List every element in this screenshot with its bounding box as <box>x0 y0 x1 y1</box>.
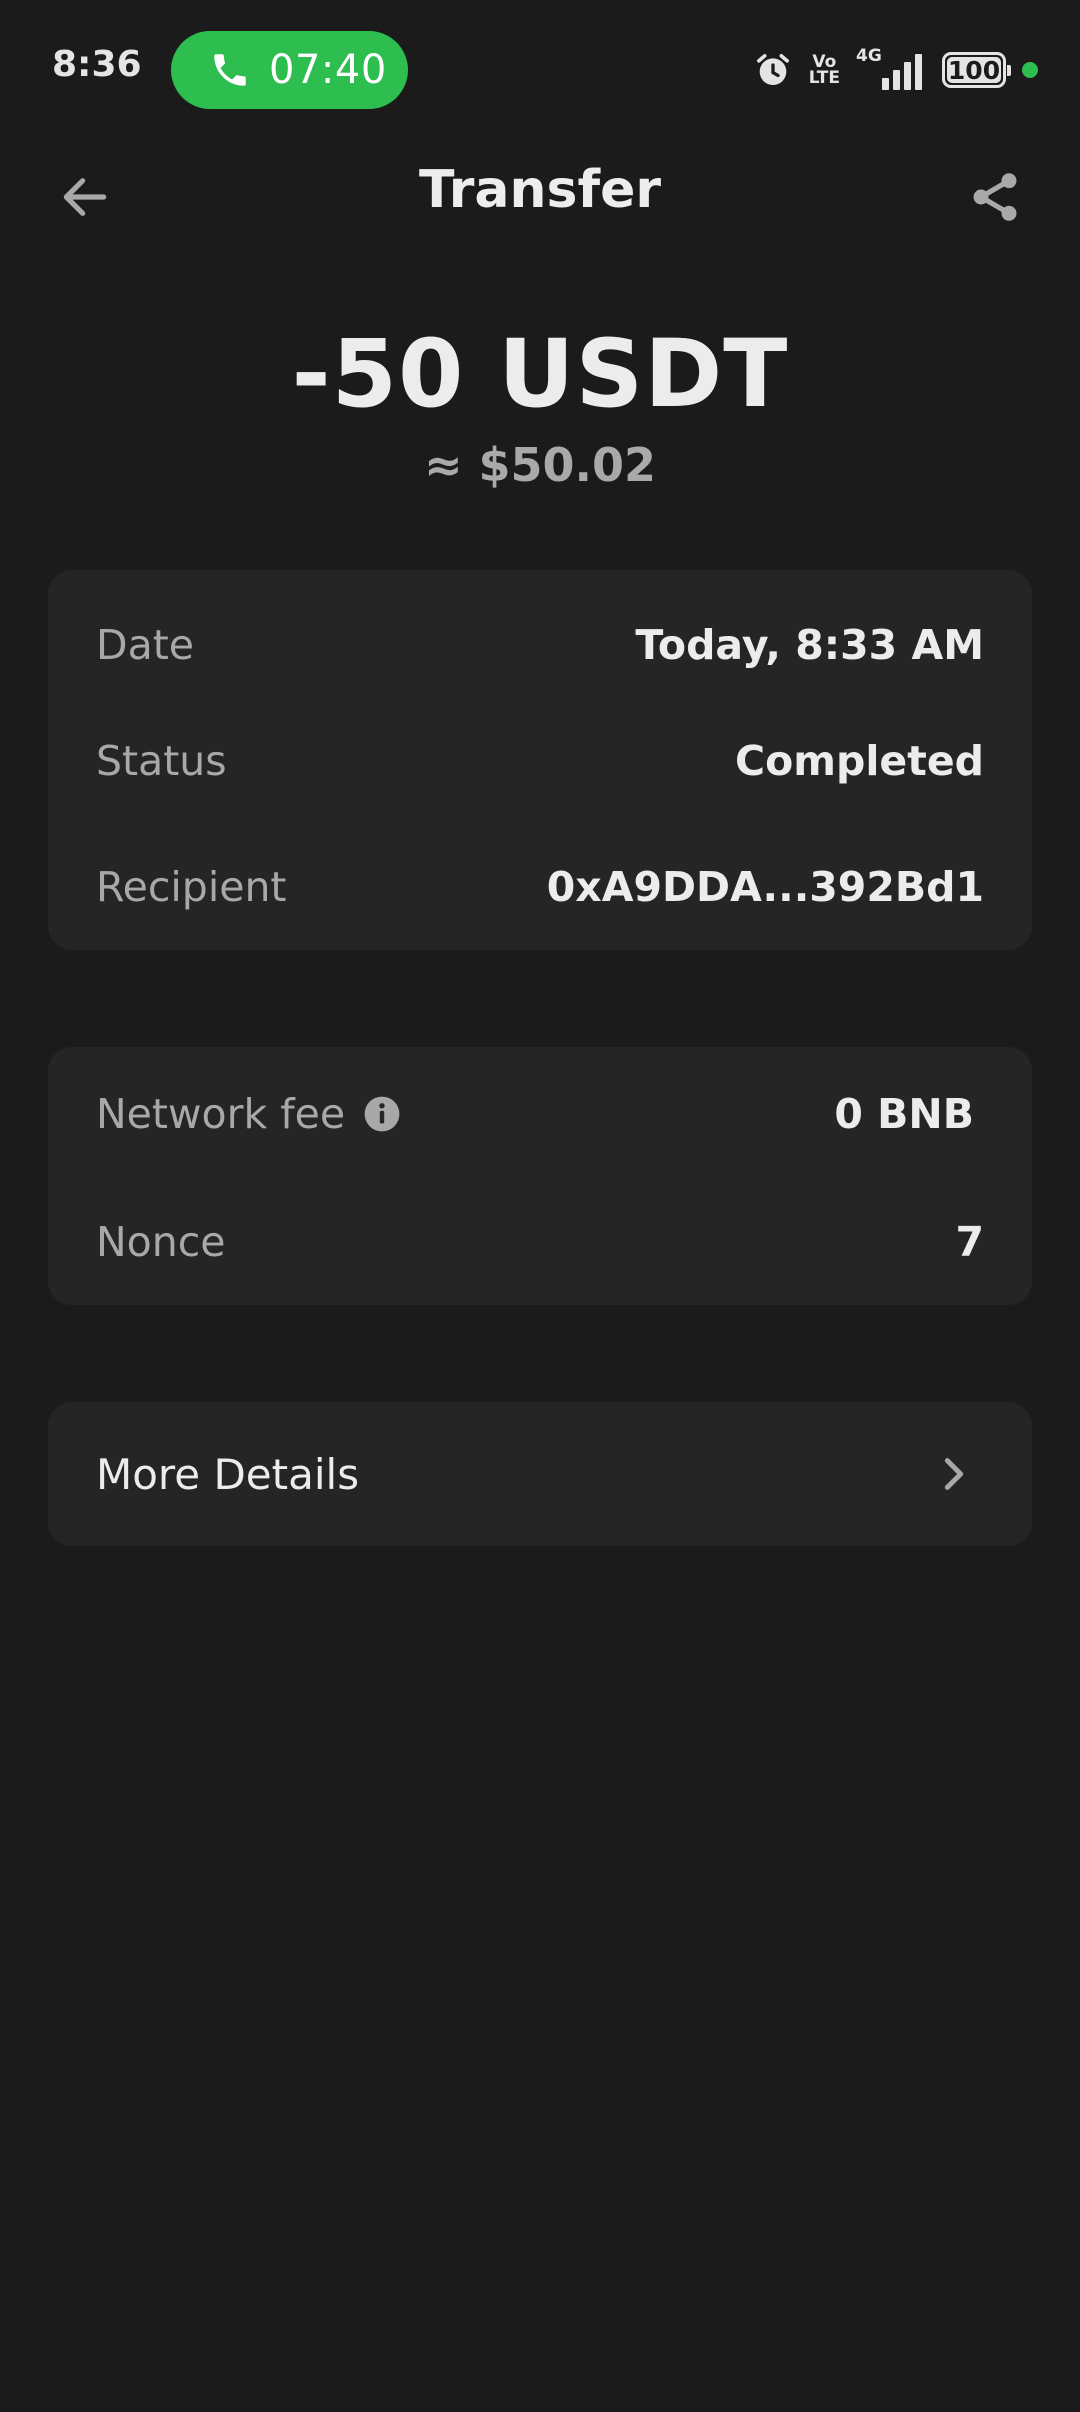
status-row: Status Completed <box>96 731 984 791</box>
volte-indicator: Vo LTE <box>808 54 840 88</box>
date-row: Date Today, 8:33 AM <box>96 615 984 675</box>
more-details-button[interactable]: More Details <box>48 1402 1032 1546</box>
transfer-amount: -50 USDT <box>291 320 789 429</box>
volte-bottom-label: LTE <box>808 68 840 88</box>
fee-card: Network fee 0 BNB Nonce 7 <box>48 1047 1032 1305</box>
top-app-bar: Transfer <box>0 140 1080 250</box>
status-time: 8:36 <box>52 44 142 85</box>
share-button[interactable] <box>960 162 1030 232</box>
share-icon <box>973 173 1017 221</box>
status-value: Completed <box>735 737 984 785</box>
alarm-icon <box>756 54 789 85</box>
date-label: Date <box>96 621 194 669</box>
network-type: 4G <box>856 46 882 66</box>
info-icon[interactable] <box>363 1095 401 1133</box>
more-details-label: More Details <box>96 1449 360 1499</box>
battery-icon: 100 <box>942 52 1011 88</box>
chevron-right-icon <box>944 1458 964 1490</box>
nonce-value: 7 <box>955 1218 984 1266</box>
status-bar: 8:36 07:40 Vo LTE 4G 100 <box>0 0 1080 140</box>
phone-icon <box>214 54 246 86</box>
status-label: Status <box>96 737 227 785</box>
call-duration: 07:40 <box>269 47 387 93</box>
nonce-label: Nonce <box>96 1218 226 1266</box>
recipient-address[interactable]: 0xA9DDA...392Bd1 <box>547 863 984 911</box>
details-card: Date Today, 8:33 AM Status Completed Rec… <box>48 570 1032 950</box>
recipient-label: Recipient <box>96 863 287 911</box>
privacy-indicator-dot <box>1022 62 1038 78</box>
network-fee-row: Network fee 0 BNB <box>96 1084 974 1144</box>
battery-level: 100 <box>947 55 1001 85</box>
network-fee-value: 0 BNB <box>834 1090 974 1138</box>
nonce-row: Nonce 7 <box>96 1212 984 1272</box>
status-icons: Vo LTE 4G 100 <box>737 46 1038 92</box>
ongoing-call-pill[interactable]: 07:40 <box>171 31 408 109</box>
signal-icon: 4G <box>856 46 926 90</box>
network-fee-label-wrap: Network fee <box>96 1090 401 1138</box>
network-fee-label: Network fee <box>96 1090 346 1138</box>
page-title: Transfer <box>419 160 661 220</box>
date-value: Today, 8:33 AM <box>635 621 984 669</box>
fiat-amount: ≈ $50.02 <box>423 438 657 492</box>
more-details-row: More Details <box>96 1444 974 1504</box>
recipient-row[interactable]: Recipient 0xA9DDA...392Bd1 <box>96 857 984 917</box>
